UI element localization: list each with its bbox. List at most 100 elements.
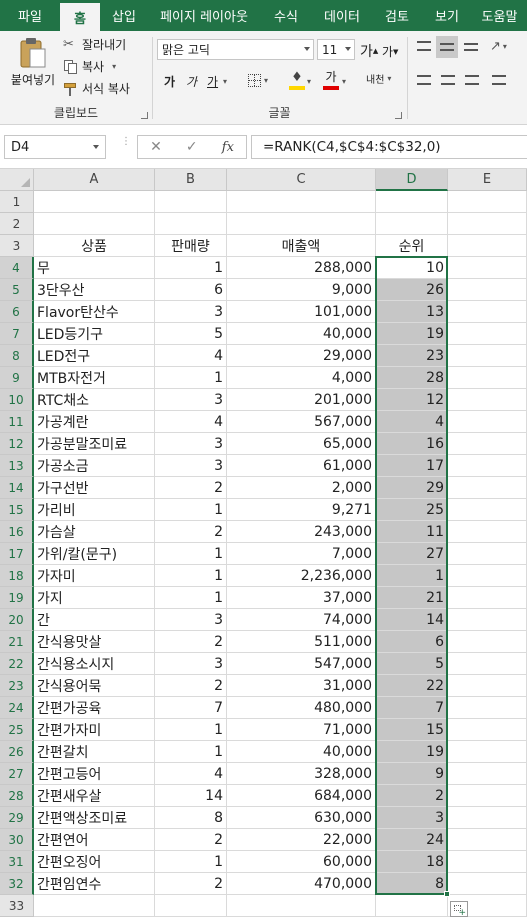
rank-cell[interactable]: 27 [376,543,448,565]
tab-home[interactable]: 홈 [60,3,100,31]
product-cell[interactable]: 가공분말조미료 [34,433,155,455]
quantity-cell[interactable]: 4 [155,345,227,367]
product-cell[interactable]: 가위/칼(문구) [34,543,155,565]
rank-cell[interactable]: 10 [376,257,448,279]
copy-dropdown-icon[interactable]: ▾ [112,62,116,71]
quantity-cell[interactable]: 2 [155,675,227,697]
cell[interactable] [448,213,527,235]
rank-cell[interactable]: 3 [376,807,448,829]
sales-cell[interactable]: 9,271 [227,499,376,521]
product-cell[interactable]: 간편액상조미료 [34,807,155,829]
quantity-cell[interactable]: 1 [155,565,227,587]
rank-cell[interactable]: 16 [376,433,448,455]
cell[interactable] [448,345,527,367]
rank-cell[interactable]: 6 [376,631,448,653]
paste-button[interactable]: 붙여넣기 [8,37,58,88]
cell[interactable] [448,411,527,433]
rank-cell[interactable]: 11 [376,521,448,543]
product-cell[interactable]: 가자미 [34,565,155,587]
font-size-combo[interactable]: 11 [317,39,355,60]
rank-cell[interactable]: 19 [376,741,448,763]
column-header-e[interactable]: E [448,169,527,191]
cell[interactable] [448,521,527,543]
product-cell[interactable]: 간식용어묵 [34,675,155,697]
sales-cell[interactable]: 40,000 [227,323,376,345]
quantity-cell[interactable]: 1 [155,587,227,609]
sales-cell[interactable]: 4,000 [227,367,376,389]
sales-cell[interactable]: 201,000 [227,389,376,411]
row-header-4[interactable]: 4 [0,257,34,279]
product-cell[interactable]: MTB자전거 [34,367,155,389]
sales-cell[interactable]: 71,000 [227,719,376,741]
sales-cell[interactable]: 470,000 [227,873,376,895]
bold-button[interactable]: 가 [164,73,175,90]
quantity-cell[interactable]: 5 [155,323,227,345]
quantity-cell[interactable]: 3 [155,301,227,323]
quantity-cell[interactable]: 2 [155,521,227,543]
font-name-dropdown-icon[interactable] [304,47,310,51]
formula-bar-grip-icon[interactable]: ⋮ [121,137,131,147]
tab-insert[interactable]: 삽입 [100,0,148,31]
rank-cell[interactable]: 2 [376,785,448,807]
product-cell[interactable]: 간편새우살 [34,785,155,807]
align-top-button[interactable] [417,41,431,51]
cell[interactable] [448,455,527,477]
font-name-combo[interactable]: 맑은 고딕 [157,39,314,60]
rank-cell[interactable]: 5 [376,653,448,675]
quick-analysis-icon[interactable]: + [450,901,468,918]
rank-cell[interactable]: 4 [376,411,448,433]
quantity-cell[interactable]: 14 [155,785,227,807]
sales-cell[interactable]: 61,000 [227,455,376,477]
rank-cell[interactable]: 22 [376,675,448,697]
rank-cell[interactable]: 7 [376,697,448,719]
underline-button[interactable]: 가 [207,73,218,90]
rank-cell[interactable]: 15 [376,719,448,741]
quantity-cell[interactable]: 4 [155,763,227,785]
column-header-d[interactable]: D [376,169,448,191]
product-cell[interactable]: 간식용맛살 [34,631,155,653]
rank-cell[interactable]: 1 [376,565,448,587]
sales-cell[interactable]: 480,000 [227,697,376,719]
font-color-dropdown-icon[interactable]: ▾ [342,77,346,86]
cell[interactable] [155,895,227,917]
row-header-21[interactable]: 21 [0,631,34,653]
cell[interactable] [448,631,527,653]
row-header-32[interactable]: 32 [0,873,34,895]
align-left-button[interactable] [417,75,431,85]
cell[interactable] [227,191,376,213]
font-color-button[interactable]: 가 [323,71,339,90]
cell[interactable] [448,301,527,323]
rank-cell[interactable]: 9 [376,763,448,785]
sales-cell[interactable]: 101,000 [227,301,376,323]
cell[interactable] [448,235,527,257]
row-header-8[interactable]: 8 [0,345,34,367]
row-header-14[interactable]: 14 [0,477,34,499]
row-header-7[interactable]: 7 [0,323,34,345]
quantity-cell[interactable]: 3 [155,389,227,411]
product-cell[interactable]: LED전구 [34,345,155,367]
quantity-cell[interactable]: 1 [155,257,227,279]
quantity-cell[interactable]: 1 [155,851,227,873]
row-header-28[interactable]: 28 [0,785,34,807]
row-header-29[interactable]: 29 [0,807,34,829]
product-cell[interactable]: RTC채소 [34,389,155,411]
row-header-9[interactable]: 9 [0,367,34,389]
quantity-cell[interactable]: 3 [155,433,227,455]
cell[interactable] [448,389,527,411]
cell[interactable] [448,653,527,675]
tab-view[interactable]: 보기 [422,0,472,31]
quantity-cell[interactable]: 1 [155,367,227,389]
column-header-a[interactable]: A [34,169,155,191]
product-cell[interactable]: 간편갈치 [34,741,155,763]
align-bottom-button[interactable] [464,43,478,51]
cell[interactable] [376,191,448,213]
sales-cell[interactable]: 40,000 [227,741,376,763]
product-cell[interactable]: 가지 [34,587,155,609]
quantity-cell[interactable]: 2 [155,829,227,851]
cell[interactable] [448,565,527,587]
quantity-cell[interactable]: 3 [155,455,227,477]
italic-button[interactable]: 가 [186,73,197,90]
cell[interactable] [155,213,227,235]
rank-cell[interactable]: 13 [376,301,448,323]
product-cell[interactable]: 무 [34,257,155,279]
